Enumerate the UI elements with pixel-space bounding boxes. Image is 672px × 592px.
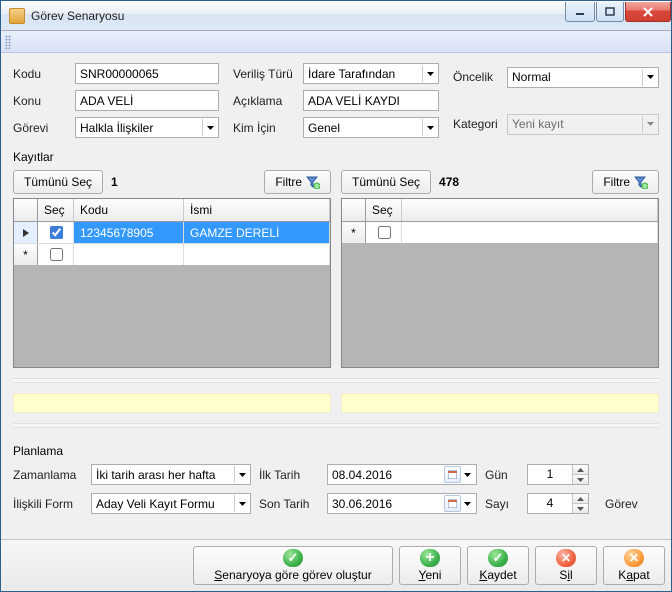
filter-icon [306,175,320,189]
verilis-label: Veriliş Türü [233,67,299,81]
app-icon [9,8,25,24]
konu-input[interactable] [75,90,219,111]
iliskili-combo[interactable]: Aday Veli Kayıt Formu [91,493,251,514]
left-count: 1 [111,175,118,189]
oncelik-label: Öncelik [453,70,503,84]
kodu-input[interactable] [75,63,219,84]
left-select-all-button[interactable]: Tümünü Seç [13,170,103,194]
calendar-icon [444,495,461,512]
iliskili-label: İlişkili Form [13,497,83,511]
right-count: 478 [439,175,459,189]
status-box-right [341,393,659,413]
kimicin-combo[interactable]: Genel [303,117,439,138]
row-indicator-icon [22,228,30,238]
window-title: Görev Senaryosu [31,9,564,23]
planlama-label: Planlama [13,444,659,458]
kapat-button[interactable]: Kapat [603,546,665,585]
sontarih-label: Son Tarih [259,497,319,511]
table-row-new[interactable]: * [14,244,330,266]
sontarih-picker[interactable]: 30.06.2016 [327,493,477,514]
minimize-button[interactable] [565,2,595,22]
x-icon [556,549,576,567]
spin-down-icon[interactable] [573,475,588,484]
ilktarih-picker[interactable]: 08.04.2016 [327,464,477,485]
kodu-label: Kodu [13,67,71,81]
right-col-sec[interactable]: Seç [366,199,402,221]
row-checkbox[interactable] [378,226,391,239]
kayitlar-label: Kayıtlar [13,150,659,164]
right-filter-button[interactable]: Filtre [592,170,659,194]
maximize-button[interactable] [596,2,624,22]
oncelik-combo[interactable]: Normal [507,67,659,88]
table-row[interactable]: 12345678905 GAMZE DERELİ [14,222,330,244]
divider [13,378,659,383]
close-button[interactable] [625,2,671,22]
plus-icon [420,549,440,567]
aciklama-input[interactable] [303,90,439,111]
spin-up-icon[interactable] [573,494,588,504]
new-row-icon: * [14,244,38,265]
check-icon [488,549,508,567]
sayi-label: Sayı [485,497,519,511]
konu-label: Konu [13,94,71,108]
left-col-kodu[interactable]: Kodu [74,199,184,221]
left-grid[interactable]: Seç Kodu İsmi 12345678905 GAMZE DERELİ * [13,198,331,368]
gorev-label: Görev [605,497,653,511]
zamanlama-label: Zamanlama [13,468,83,482]
spin-up-icon[interactable] [573,465,588,475]
form-area: Kodu Konu Görevi Halkla İlişkiler Verili… [13,63,659,138]
check-icon [283,549,303,567]
sil-button[interactable]: Sil [535,546,597,585]
left-col-sec[interactable]: Seç [38,199,74,221]
verilis-combo[interactable]: İdare Tarafından [303,63,439,84]
calendar-icon [444,466,461,483]
x-icon [624,549,644,567]
yeni-button[interactable]: Yeni [399,546,461,585]
zamanlama-combo[interactable]: İki tarih arası her hafta [91,464,251,485]
ilktarih-label: İlk Tarih [259,468,319,482]
footer: Senaryoya göre görev oluştur Yeni Kaydet… [1,539,671,591]
divider [13,423,659,428]
toolstrip-grip[interactable] [5,35,11,49]
filter-icon [634,175,648,189]
sayi-stepper[interactable]: 4 [527,493,589,514]
row-checkbox[interactable] [50,248,63,261]
gorevi-combo[interactable]: Halkla İlişkiler [75,117,219,138]
left-filter-button[interactable]: Filtre [264,170,331,194]
row-checkbox[interactable] [50,226,63,239]
spin-down-icon[interactable] [573,504,588,513]
toolstrip [1,31,671,53]
status-box-left [13,393,331,413]
gun-stepper[interactable]: 1 [527,464,589,485]
titlebar: Görev Senaryosu [1,1,671,31]
gun-label: Gün [485,468,519,482]
kategori-combo: Yeni kayıt [507,114,659,135]
kaydet-button[interactable]: Kaydet [467,546,529,585]
table-row-new[interactable]: * [342,222,658,244]
kimicin-label: Kim İçin [233,121,299,135]
new-row-icon: * [342,222,366,243]
aciklama-label: Açıklama [233,94,299,108]
left-col-ismi[interactable]: İsmi [184,199,330,221]
right-grid[interactable]: Seç * [341,198,659,368]
window: Görev Senaryosu Kodu Konu Görevi Halkla … [0,0,672,592]
right-select-all-button[interactable]: Tümünü Seç [341,170,431,194]
gorevi-label: Görevi [13,121,71,135]
create-task-button[interactable]: Senaryoya göre görev oluştur [193,546,393,585]
kategori-label: Kategori [453,117,503,131]
